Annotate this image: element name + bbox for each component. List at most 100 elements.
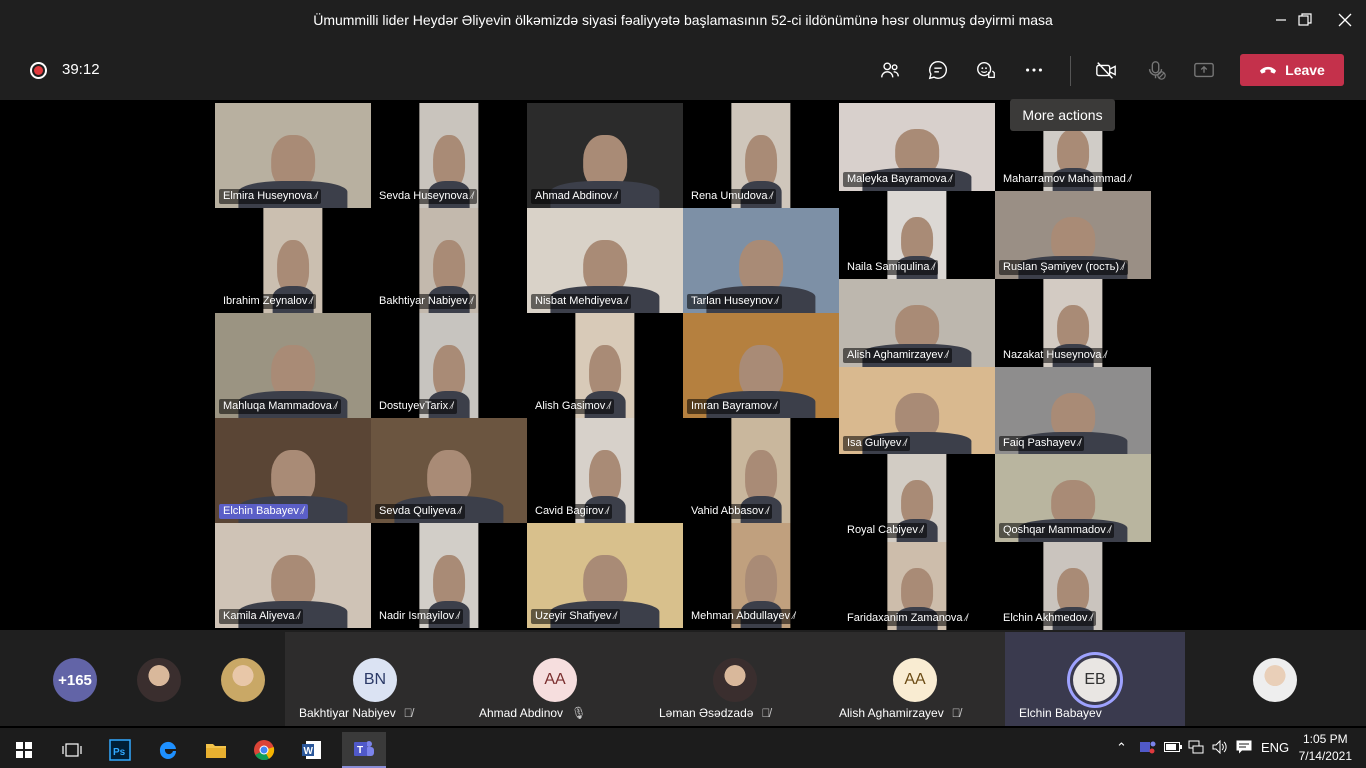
video-tile[interactable]: Sevda Quliyeva ⁄̸ <box>371 418 527 523</box>
video-tile[interactable]: Nisbat Mehdiyeva ⁄̸ <box>527 208 683 313</box>
video-tile-name: Faridaxanim Zamanova <box>847 612 963 624</box>
video-tile[interactable]: Mehman Abdullayev ⁄̸ <box>683 523 839 628</box>
clock-date: 7/14/2021 <box>1298 749 1352 763</box>
video-tile-namebar: Nadir Ismayilov ⁄̸ <box>375 609 463 624</box>
mic-muted-icon: ⁄̸ <box>615 191 617 202</box>
video-tile-namebar: Ibrahim Zeynalov ⁄̸ <box>219 294 317 309</box>
video-tile[interactable]: Sevda Huseynova ⁄̸ <box>371 103 527 208</box>
video-tile-name: Sevda Huseynova <box>379 190 469 202</box>
toolbar-divider <box>1070 56 1071 86</box>
video-tile[interactable]: Uzeyir Shafiyev ⁄̸ <box>527 523 683 628</box>
video-tile[interactable]: Isa Guliyev ⁄̸ <box>839 367 995 455</box>
video-tile[interactable]: Tarlan Huseynov ⁄̸ <box>683 208 839 313</box>
show-hidden-icons-chevron-icon[interactable]: ⌃ <box>1116 740 1127 756</box>
task-view-icon[interactable] <box>50 732 94 768</box>
mic-muted-icon: ⁄̸ <box>625 296 628 307</box>
mic-disabled-icon <box>1148 61 1166 80</box>
participant-name: Bakhtiyar Nabiyev <box>299 706 396 720</box>
edge-browser-icon[interactable] <box>146 732 190 768</box>
mic-muted-icon: ⁄̸ <box>965 613 968 624</box>
microphone-toggle-button[interactable] <box>1140 54 1172 86</box>
photoshop-app-icon[interactable]: Ps <box>98 732 142 768</box>
close-icon[interactable] <box>1322 0 1366 40</box>
video-tile-name: Qoshqar Mammadov <box>1003 524 1106 536</box>
system-clock[interactable]: 1:05 PM 7/14/2021 <box>1299 731 1352 765</box>
video-tile[interactable]: Elchin Akhmedov ⁄̸ <box>995 542 1151 630</box>
video-tile[interactable]: Alish Gasimov ⁄̸ <box>527 313 683 418</box>
video-tile[interactable]: Ibrahim Zeynalov ⁄̸ <box>215 208 371 313</box>
video-tile[interactable]: Kamila Aliyeva ⁄̸ <box>215 523 371 628</box>
video-tile-namebar: Elchin Akhmedov ⁄̸ <box>999 611 1097 626</box>
more-actions-button[interactable] <box>1018 54 1050 86</box>
video-tile[interactable]: Maleyka Bayramova ⁄̸ <box>839 103 995 191</box>
video-tile-name: DostuyevTarix <box>379 400 449 412</box>
video-tile-name: Nadir Ismayilov <box>379 610 455 622</box>
file-explorer-icon[interactable] <box>194 732 238 768</box>
volume-icon[interactable] <box>1212 739 1228 757</box>
video-tile[interactable]: Imran Bayramov ⁄̸ <box>683 313 839 418</box>
mic-muted-icon: ⁄̸ <box>301 506 304 517</box>
video-tile[interactable]: DostuyevTarix ⁄̸ <box>371 313 527 418</box>
video-tile[interactable]: Faiq Pashayev ⁄̸ <box>995 367 1151 455</box>
overflow-participants-button[interactable]: +165 <box>53 658 97 702</box>
mic-muted-icon: ⁄̸ <box>770 191 773 202</box>
video-tile[interactable]: Mahluqa Mammadova ⁄̸ <box>215 313 371 418</box>
mic-muted-icon: ⁄̸ <box>946 350 948 361</box>
network-icon[interactable] <box>1188 740 1204 757</box>
video-tile[interactable]: Qoshqar Mammadov ⁄̸ <box>995 454 1151 542</box>
participant-avatar[interactable] <box>1253 658 1297 702</box>
window-title: Ümummilli lider Heydər Əliyevin ölkəmizd… <box>313 12 1053 28</box>
share-content-button[interactable] <box>1188 54 1220 86</box>
video-stage: Elmira Huseynova ⁄̸ Sevda Huseynova ⁄̸ Ahmad… <box>4 103 1362 630</box>
video-tile[interactable]: Faridaxanim Zamanova ⁄̸ <box>839 542 995 630</box>
reactions-button[interactable] <box>970 54 1002 86</box>
video-tile[interactable]: Nadir Ismayilov ⁄̸ <box>371 523 527 628</box>
video-tile[interactable]: Vahid Abbasov ⁄̸ <box>683 418 839 523</box>
video-tile-namebar: Elmira Huseynova ⁄̸ <box>219 189 321 204</box>
video-tile[interactable]: Royal Cabiyev ⁄̸ <box>839 454 995 542</box>
participant-tile-speaking[interactable]: EB Elchin Babayev <box>1005 632 1185 726</box>
participant-tile[interactable]: Ləman Əsədzadə 🎙̸ <box>645 632 825 726</box>
video-tile-name: Isa Guliyev <box>847 437 902 449</box>
participant-tile[interactable]: AA Ahmad Abdinov 🎙 <box>465 632 645 726</box>
mic-muted-icon: ⁄̸ <box>793 611 795 622</box>
video-tile[interactable]: Alish Aghamirzayev ⁄̸ <box>839 279 995 367</box>
teams-app-icon[interactable]: T <box>342 732 386 768</box>
participant-name: Alish Aghamirzayev <box>839 706 944 720</box>
video-tile-name: Ibrahim Zeynalov <box>223 295 308 307</box>
participant-tile[interactable]: AA Alish Aghamirzayev 🎙̸ <box>825 632 1005 726</box>
video-tile[interactable]: Cavid Bagirov ⁄̸ <box>527 418 683 523</box>
input-language-indicator[interactable]: ENG <box>1261 740 1289 755</box>
participant-avatar[interactable] <box>137 658 181 702</box>
show-participants-button[interactable] <box>874 54 906 86</box>
leave-button[interactable]: Leave <box>1240 54 1344 86</box>
video-tile[interactable]: Ahmad Abdinov ⁄̸ <box>527 103 683 208</box>
video-tile-name: Tarlan Huseynov <box>691 295 773 307</box>
video-tile[interactable]: Elmira Huseynova ⁄̸ <box>215 103 371 208</box>
chrome-browser-icon[interactable] <box>242 732 286 768</box>
battery-icon[interactable] <box>1164 740 1182 755</box>
word-app-icon[interactable]: W <box>290 732 334 768</box>
video-tile[interactable]: Rena Umudova ⁄̸ <box>683 103 839 208</box>
meeting-toolbar: 39:12 Leave <box>0 40 1366 100</box>
participant-avatar[interactable] <box>221 658 265 702</box>
show-conversation-button[interactable] <box>922 54 954 86</box>
video-tile-name: Mehman Abdullayev <box>691 610 791 622</box>
phone-hangup-icon <box>1260 66 1277 74</box>
video-tile[interactable]: Naila Samiqulina ⁄̸ <box>839 191 995 279</box>
video-tile[interactable]: Elchin Babayev ⁄̸ <box>215 418 371 523</box>
participant-tile[interactable]: BN Bakhtiyar Nabiyev 🎙̸ <box>285 632 465 726</box>
video-tile[interactable]: Bakhtiyar Nabiyev ⁄̸ <box>371 208 527 313</box>
mic-muted-icon: ⁄̸ <box>471 191 473 202</box>
mic-muted-icon: ⁄̸ <box>1108 525 1111 536</box>
video-tile-name: Cavid Bagirov <box>535 505 604 517</box>
video-tile[interactable]: Ruslan Şəmiyev (гость) ⁄̸ <box>995 191 1151 279</box>
camera-toggle-button[interactable] <box>1090 54 1122 86</box>
notification-message-icon[interactable] <box>1236 740 1252 757</box>
video-tile[interactable]: Nazakat Huseynova ⁄̸ <box>995 279 1151 367</box>
video-tile-namebar: Alish Aghamirzayev ⁄̸ <box>843 348 952 363</box>
video-tile-namebar: Sevda Huseynova ⁄̸ <box>375 189 477 204</box>
video-tile-namebar: Nazakat Huseynova ⁄̸ <box>999 348 1111 363</box>
windows-start-icon[interactable] <box>2 732 46 768</box>
teams-tray-icon[interactable] <box>1140 740 1156 757</box>
